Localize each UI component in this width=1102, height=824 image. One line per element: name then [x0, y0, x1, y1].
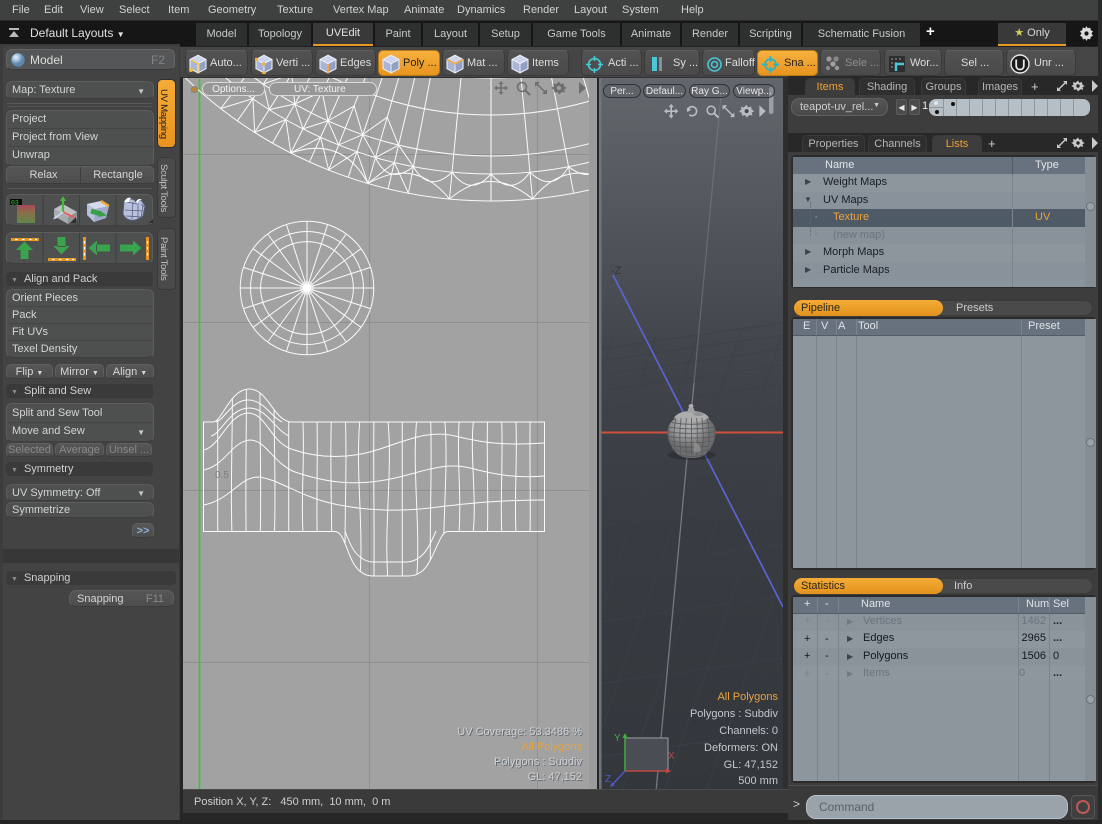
svg-text:0.5: 0.5 [215, 470, 229, 481]
svg-text:Polygons : Subdiv: Polygons : Subdiv [494, 756, 583, 768]
svg-text:Deformers: ON: Deformers: ON [704, 742, 778, 754]
svg-text:UV Coverage: 53.3486 %: UV Coverage: 53.3486 % [457, 726, 582, 738]
svg-text:-Z: -Z [611, 265, 622, 277]
svg-text:Polygons : Subdiv: Polygons : Subdiv [690, 708, 779, 720]
svg-text:GL: 47,152: GL: 47,152 [724, 759, 778, 771]
svg-text:03: 03 [11, 200, 19, 207]
svg-text:GL: 47,152: GL: 47,152 [528, 771, 582, 783]
svg-text:Y: Y [614, 733, 621, 744]
svg-text:All Polygons: All Polygons [521, 741, 582, 753]
svg-text:Z: Z [605, 774, 611, 785]
svg-text:Channels: 0: Channels: 0 [719, 725, 778, 737]
svg-text:500 mm: 500 mm [738, 775, 778, 787]
svg-text:All Polygons: All Polygons [717, 691, 778, 703]
svg-text:X: X [668, 751, 675, 762]
